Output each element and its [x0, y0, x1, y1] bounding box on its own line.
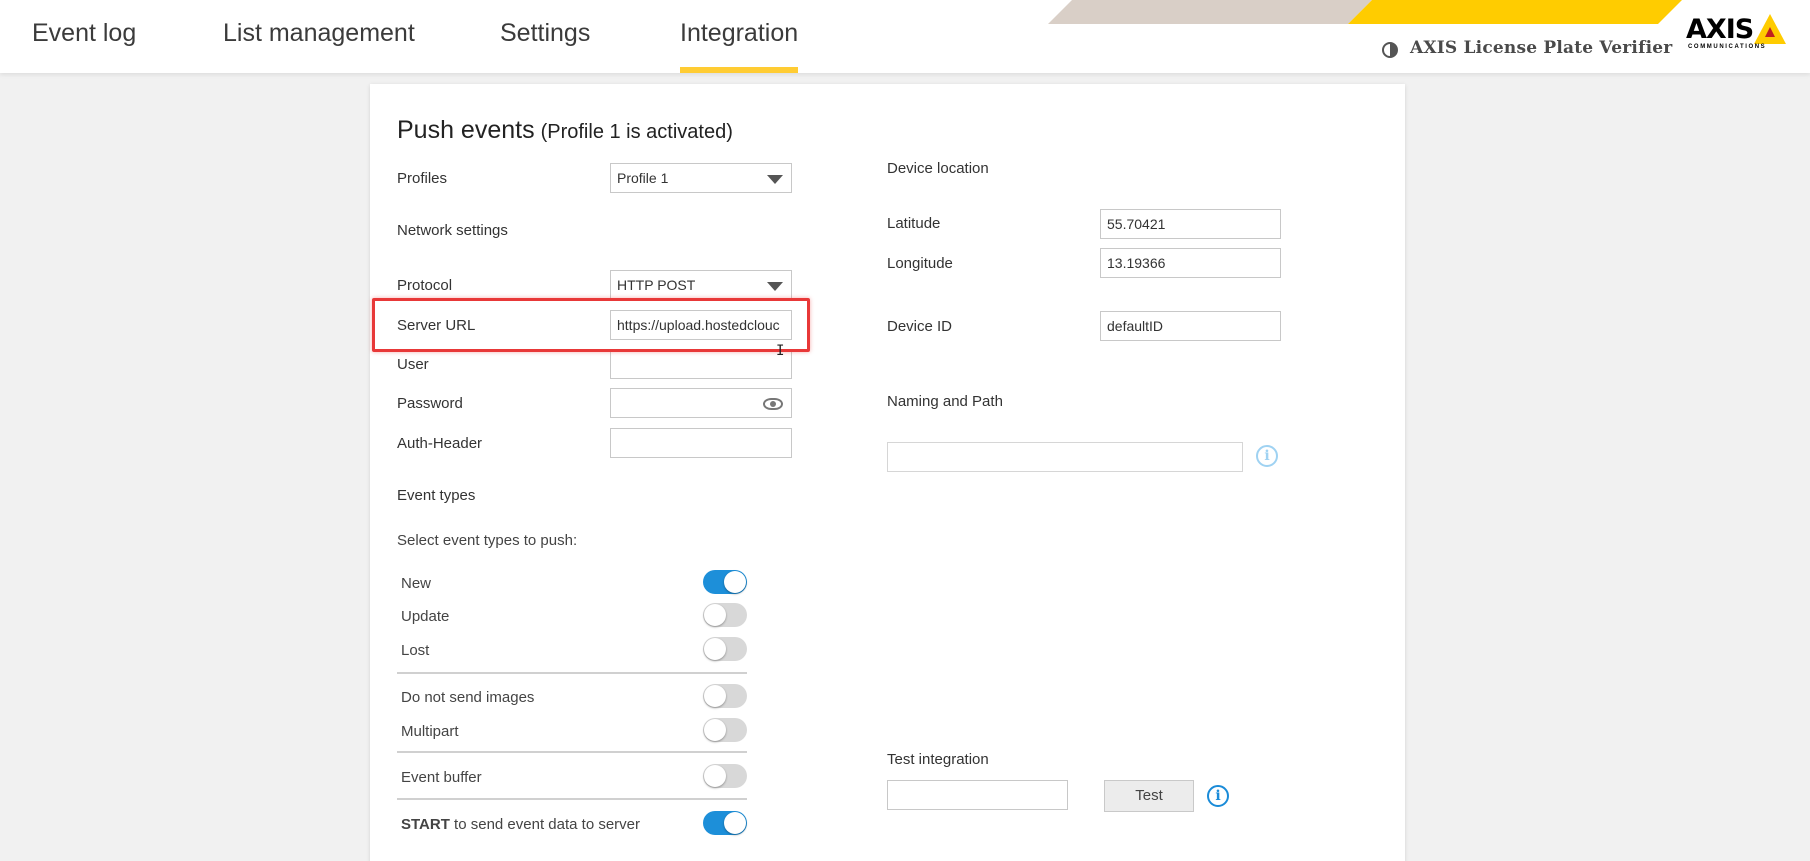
toggle-knob [704, 638, 726, 660]
toggle-new[interactable] [703, 570, 747, 594]
logo-text: AXIS [1686, 14, 1754, 45]
toggle-event-buffer[interactable] [703, 764, 747, 788]
test-integration-label: Test integration [887, 751, 989, 768]
chevron-down-icon [767, 175, 783, 184]
device-id-label: Device ID [887, 318, 953, 335]
server-url-highlight [372, 298, 810, 352]
event-types-label: Event types [397, 487, 476, 504]
test-button[interactable]: Test [1104, 780, 1194, 812]
divider [397, 751, 747, 753]
protocol-label: Protocol [397, 277, 453, 294]
protocol-select-value: HTTP POST [617, 277, 696, 293]
logo-subtext: COMMUNICATIONS [1688, 44, 1767, 50]
page-title: Push events (Profile 1 is activated) [397, 116, 733, 145]
integration-card: Push events (Profile 1 is activated) Prof… [370, 84, 1405, 861]
user-label: User [397, 356, 429, 373]
toggle-label-event-buffer: Event buffer [401, 769, 482, 786]
contrast-icon[interactable] [1382, 42, 1398, 58]
longitude-label: Longitude [887, 255, 953, 272]
tab-list-management[interactable]: List management [223, 0, 415, 73]
protocol-select[interactable]: HTTP POST [610, 270, 792, 300]
longitude-input[interactable]: 13.19366 [1100, 248, 1281, 278]
naming-path-label: Naming and Path [887, 393, 1003, 410]
brand-stripe-grey [1048, 0, 1372, 24]
device-location-label: Device location [887, 160, 989, 177]
toggle-knob [704, 685, 726, 707]
latitude-input[interactable]: 55.70421 [1100, 209, 1281, 239]
info-icon[interactable]: i [1256, 445, 1278, 467]
device-id-input[interactable]: defaultID [1100, 311, 1281, 341]
toggle-multipart[interactable] [703, 718, 747, 742]
logo-triangle-icon [1754, 14, 1786, 44]
axis-logo: AXIS COMMUNICATIONS [1686, 14, 1786, 54]
profile-status: (Profile 1 is activated) [540, 121, 733, 143]
top-header: Event log List management Settings Integ… [0, 0, 1810, 73]
toggle-label-multipart: Multipart [401, 723, 459, 740]
brand-stripe-yellow [1348, 0, 1682, 24]
password-input[interactable] [610, 388, 792, 418]
network-settings-label: Network settings [397, 222, 508, 239]
tab-settings[interactable]: Settings [500, 0, 590, 73]
push-events-title: Push events [397, 116, 535, 144]
toggle-no-images[interactable] [703, 684, 747, 708]
start-rest: to send event data to server [449, 816, 641, 833]
toggle-start[interactable] [703, 811, 747, 835]
event-types-hint: Select event types to push: [397, 532, 578, 549]
tab-event-log[interactable]: Event log [32, 0, 136, 73]
toggle-knob [724, 812, 746, 834]
profiles-select[interactable]: Profile 1 [610, 163, 792, 193]
start-strong: START [401, 816, 450, 833]
chevron-down-icon [767, 282, 783, 291]
text-cursor-icon: I [776, 343, 785, 359]
naming-path-input[interactable] [887, 442, 1243, 472]
toggle-knob [704, 765, 726, 787]
toggle-lost[interactable] [703, 637, 747, 661]
divider [397, 798, 747, 800]
test-integration-input[interactable] [887, 780, 1068, 810]
latitude-label: Latitude [887, 215, 941, 232]
toggle-knob [704, 604, 726, 626]
tab-integration[interactable]: Integration [680, 0, 799, 73]
toggle-update[interactable] [703, 603, 747, 627]
product-name: AXIS License Plate Verifier [1410, 38, 1673, 58]
profiles-select-value: Profile 1 [617, 170, 669, 186]
auth-header-label: Auth-Header [397, 435, 483, 452]
toggle-label-start: START to send event data to server [401, 816, 640, 833]
toggle-label-no-images: Do not send images [401, 689, 535, 706]
eye-icon[interactable] [763, 398, 783, 410]
password-label: Password [397, 395, 463, 412]
divider [397, 672, 747, 674]
auth-header-input[interactable] [610, 428, 792, 458]
toggle-label-lost: Lost [401, 642, 430, 659]
toggle-knob [724, 571, 746, 593]
toggle-label-update: Update [401, 608, 450, 625]
toggle-knob [704, 719, 726, 741]
profiles-label: Profiles [397, 170, 448, 187]
toggle-label-new: New [401, 575, 432, 592]
info-icon[interactable]: i [1207, 785, 1229, 807]
user-input[interactable] [610, 349, 792, 379]
